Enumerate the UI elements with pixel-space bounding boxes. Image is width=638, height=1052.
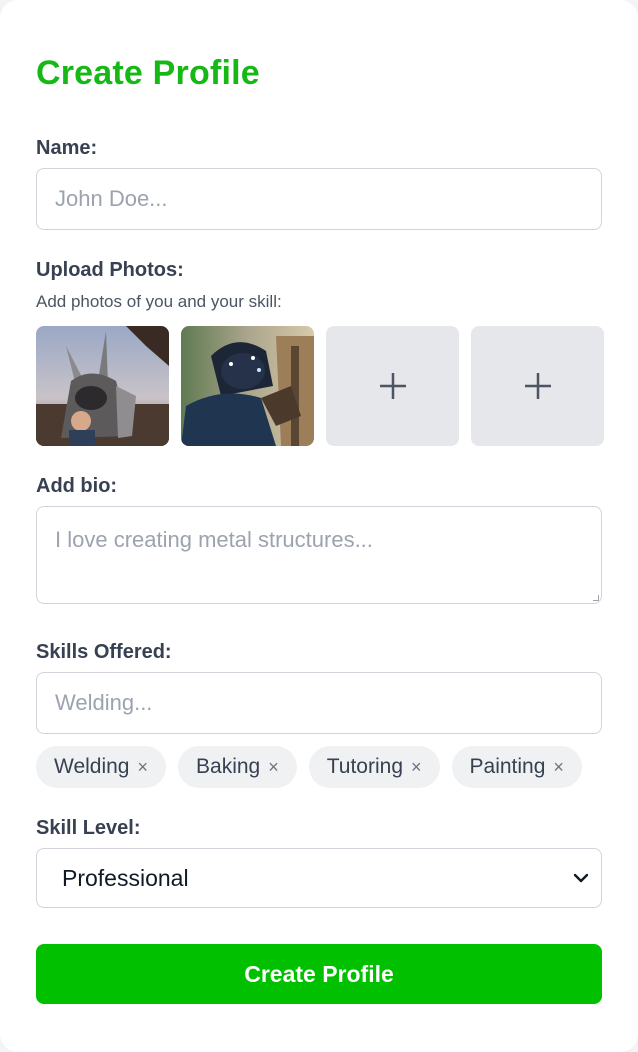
skill-tag-label: Tutoring <box>326 755 404 778</box>
chevron-down-icon <box>573 873 589 883</box>
bio-textarea[interactable]: I love creating metal structures... <box>36 506 602 604</box>
skill-tag-baking: Baking × <box>178 746 297 788</box>
remove-tag-icon[interactable]: × <box>411 757 422 778</box>
add-photo-button-1[interactable] <box>326 326 459 446</box>
plus-icon <box>379 373 406 399</box>
remove-tag-icon[interactable]: × <box>138 757 149 778</box>
skill-tag-label: Painting <box>469 755 546 778</box>
skill-tag-label: Welding <box>54 755 130 778</box>
resize-handle-icon[interactable] <box>593 595 599 601</box>
name-label: Name: <box>36 137 98 159</box>
bio-label: Add bio: <box>36 475 118 497</box>
skill-level-label: Skill Level: <box>36 817 141 839</box>
create-profile-button[interactable]: Create Profile <box>36 944 602 1004</box>
plus-icon <box>524 373 551 399</box>
photo-thumbnail-sculpture[interactable] <box>36 326 169 446</box>
name-input[interactable]: John Doe... <box>36 168 602 230</box>
add-photo-button-2[interactable] <box>471 326 604 446</box>
skills-input[interactable]: Welding... <box>36 672 602 734</box>
welder-photo-image <box>181 326 314 446</box>
skills-label: Skills Offered: <box>36 641 172 663</box>
name-placeholder: John Doe... <box>55 186 168 211</box>
skill-level-select[interactable]: Professional <box>36 848 602 908</box>
skill-level-value: Professional <box>62 864 189 891</box>
skill-tag-welding: Welding × <box>36 746 167 788</box>
skill-tag-tutoring: Tutoring × <box>308 746 440 788</box>
page-title: Create Profile <box>36 54 260 92</box>
remove-tag-icon[interactable]: × <box>553 757 564 778</box>
photos-hint: Add photos of you and your skill: <box>36 292 282 311</box>
remove-tag-icon[interactable]: × <box>268 757 279 778</box>
skills-placeholder: Welding... <box>55 690 153 715</box>
sculpture-photo-image <box>36 326 169 446</box>
bio-placeholder: I love creating metal structures... <box>55 527 373 552</box>
skill-tag-painting: Painting × <box>451 746 582 788</box>
photo-grid <box>36 326 604 446</box>
skill-tags: Welding × Baking × Tutoring × Painting × <box>36 746 582 788</box>
photo-thumbnail-welder[interactable] <box>181 326 314 446</box>
create-profile-card: Create Profile Name: John Doe... Upload … <box>0 0 638 1052</box>
photos-label: Upload Photos: <box>36 259 184 281</box>
skill-tag-label: Baking <box>196 755 261 778</box>
